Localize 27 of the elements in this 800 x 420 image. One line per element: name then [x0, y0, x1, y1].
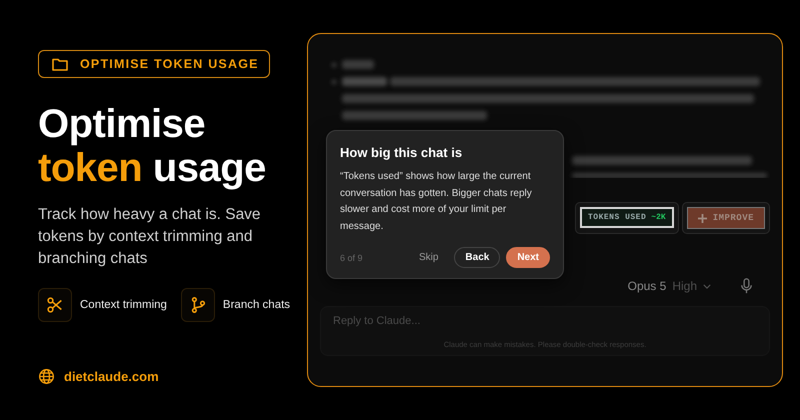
- plus-icon: [698, 214, 707, 222]
- tour-title: How big this chat is: [340, 145, 464, 160]
- folder-icon: [52, 57, 68, 71]
- chevron-down-icon: [703, 284, 711, 288]
- globe-icon: [38, 368, 55, 385]
- tour-body: “Tokens used” shows how large the current conversation has gotten. Bigger chats reply slower and cost more of your limit per message.: [340, 170, 533, 234]
- microphone-icon[interactable]: [741, 278, 752, 294]
- description: Track how heavy a chat is. Save tokens by context trimming and branching chats: [38, 205, 262, 269]
- headline: Optimise: [38, 102, 206, 146]
- model-selector[interactable]: Opus 5: [628, 279, 666, 293]
- tokens-used-meter[interactable]: TOKENS USED ~2K: [580, 207, 674, 228]
- step-counter: 6 of 9: [340, 252, 363, 262]
- scissors-icon: [38, 288, 72, 322]
- back-button[interactable]: Back: [454, 247, 500, 268]
- tokens-used-value: ~2K: [651, 213, 666, 222]
- improve-button[interactable]: IMPROVE: [686, 207, 765, 229]
- skip-button[interactable]: Skip: [408, 248, 448, 267]
- feature-label: Context trimming: [80, 299, 167, 311]
- next-button[interactable]: Next: [506, 247, 550, 268]
- headline-highlight: token: [38, 146, 142, 190]
- website-link[interactable]: dietclaude.com: [64, 369, 159, 384]
- badge-label: OPTIMISE TOKEN USAGE: [80, 57, 259, 71]
- headline: usage: [152, 146, 266, 190]
- reply-field[interactable]: Reply to Claude...: [333, 315, 757, 327]
- tokens-used-label: TOKENS USED: [588, 213, 646, 222]
- feature-label: Branch chats: [222, 299, 290, 311]
- branch-icon: [180, 288, 215, 322]
